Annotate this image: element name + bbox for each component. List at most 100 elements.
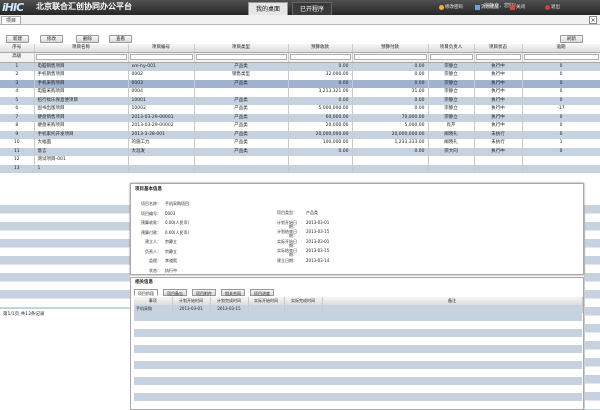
table-cell (352, 156, 429, 165)
filter-input[interactable] (475, 54, 521, 60)
filter-input[interactable] (289, 54, 351, 60)
related-row[interactable]: 手机采购 2013-03-01 2013-03-15 (134, 305, 583, 313)
related-header[interactable]: 计划完成时间 (210, 297, 249, 305)
table-row[interactable]: 4 电脑采购项目 0004 3,213,321.00 31.00 宗静立 执行中 0 (0, 88, 600, 97)
column-header[interactable]: 预算收款 (288, 44, 353, 53)
column-header[interactable]: 项目编号 (128, 44, 195, 53)
close-icon[interactable]: × (589, 16, 597, 24)
filter-input[interactable] (429, 54, 473, 60)
grid-empty-area (0, 205, 130, 309)
detail-label: 项目名称： (141, 201, 161, 206)
detail-label: 计划开始日期： (277, 219, 297, 229)
table-cell: 宗静立 (428, 71, 475, 80)
table-cell: 手机销售项目 (34, 71, 129, 80)
related-info-panel: 相关信息 项目阶段 项目备忘 项目附件 相关合同 项目进度 事项 计划开始时间 计划完成时间… (130, 277, 584, 410)
table-row[interactable]: 12 测试项目-001 (0, 156, 600, 165)
module-tab-project[interactable]: 项目 (1, 16, 22, 25)
table-cell (128, 164, 195, 173)
table-cell (288, 164, 353, 173)
exit-link[interactable]: 退出 (545, 3, 560, 12)
refresh-icon (545, 5, 550, 10)
detail-value: 0.00(人民币) (165, 229, 190, 235)
table-cell: 10001 (128, 96, 195, 105)
table-cell: 0002 (128, 71, 195, 80)
table-cell: 产品类 (194, 122, 289, 131)
table-cell (522, 164, 600, 173)
table-row[interactable]: 10 大幅面 的施工力 产品类 100,000.00 1,233,333.00 阚晓礼 未执行… (0, 139, 600, 148)
table-cell: 2 (0, 71, 35, 80)
table-cell (194, 88, 289, 97)
column-header[interactable]: 序号 (0, 44, 35, 53)
column-header[interactable]: 项目名称 (34, 44, 129, 53)
delete-button[interactable]: 删除 (76, 35, 99, 43)
table-cell: 1 (522, 139, 600, 148)
filter-input[interactable] (35, 54, 127, 60)
related-cell: 手机采购 (134, 305, 173, 313)
table-row[interactable]: 11 意言 大涯发 产品类 0.00 0.00 宗大同 执行中 0 (0, 147, 600, 156)
table-cell: xm-hy-001 (128, 62, 195, 71)
table-cell (474, 164, 523, 173)
related-header[interactable]: 实际完成时间 (284, 297, 323, 305)
related-header[interactable]: 计划开始时间 (172, 297, 211, 305)
table-cell: 0.00 (288, 147, 353, 156)
detail-value: 手机采购项目 (165, 201, 189, 206)
table-row[interactable]: 8 硬盘采购项目 2013-03-29-00002 产品类 20,000.00 5,000… (0, 122, 600, 131)
table-cell (288, 156, 353, 165)
table-cell: 销售类型 (194, 71, 289, 80)
related-tab[interactable]: 相关合同 (221, 289, 245, 296)
related-title: 相关信息 (135, 280, 153, 285)
table-row[interactable]: 13 1 (0, 164, 600, 173)
table-row[interactable]: 1 电脑销售项目 xm-hy-001 产品类 0.00 0.00 宗静立 执行中 0 (0, 62, 600, 71)
table-cell: 13 (0, 164, 35, 173)
table-row[interactable]: 2 手机销售项目 0002 销售类型 32,000.00 0.00 宗静立 执行中 0 (0, 71, 600, 80)
table-cell: 0.00 (352, 105, 429, 114)
table-cell: 0.00 (288, 96, 353, 105)
related-tab[interactable]: 项目备忘 (163, 289, 187, 296)
table-row[interactable]: 3 手机采购项目 0003 产品类 0.00 0.00 宗静立 执行中 0 (0, 79, 600, 88)
refresh-button[interactable]: 刷新 (560, 35, 583, 43)
related-header[interactable]: 实际开始时间 (248, 297, 285, 305)
table-cell: 5,000.00 (352, 122, 429, 131)
detail-value: 宗静立 (165, 239, 177, 244)
change-password-link[interactable]: 修改密码 (439, 3, 463, 12)
table-row[interactable]: 6 固书出版项目 10002 产品类 5,000,000.00 0.00 宗静立 执行中 -17 (0, 105, 600, 114)
table-cell: 0 (522, 96, 600, 105)
tab-my-desktop[interactable]: 我的桌面 (248, 2, 289, 15)
table-cell: 阚晓礼 (428, 139, 475, 148)
table-row[interactable]: 9 手机家托开发项目 2013-3-28-001 产品类 20,000,000.00 20… (0, 130, 600, 139)
table-cell: 宗静立 (428, 88, 475, 97)
column-header[interactable]: 预算付款 (352, 44, 429, 53)
table-cell: 70,000.00 (352, 113, 429, 122)
table-cell: 0 (522, 130, 600, 139)
column-header[interactable]: 项目状态 (474, 44, 523, 53)
table-cell: 31.00 (352, 88, 429, 97)
column-header[interactable]: 项目类型 (194, 44, 289, 53)
detail-label: 预算收款： (141, 220, 161, 225)
related-grid: 事项 计划开始时间 计划完成时间 实际开始时间 实际完成时间 备注 手机采购 2013-03… (134, 297, 583, 313)
close-module-link[interactable]: 关闭 (510, 3, 525, 12)
message-link[interactable]: 消息提醒 (475, 3, 499, 12)
table-row[interactable]: 5 招行搞乐保直便项目 10001 产品类 0.00 0.00 宗静立 执行中 0 (0, 96, 600, 105)
related-header[interactable]: 备注 (322, 297, 583, 305)
related-cell (248, 305, 285, 313)
related-header[interactable]: 事项 (134, 297, 173, 305)
related-tab[interactable]: 项目附件 (192, 289, 216, 296)
pager-status: 第1/1页 共13条记录 (3, 312, 45, 317)
detail-label: 状态： (149, 267, 161, 273)
table-cell: 0.00 (352, 96, 429, 105)
related-tab[interactable]: 项目阶段 (134, 289, 158, 296)
filter-input[interactable] (353, 54, 427, 60)
column-header[interactable]: 逾期 (522, 44, 600, 53)
related-tab[interactable]: 项目进度 (250, 289, 274, 296)
tab-open-programs[interactable]: 已开程序 (292, 2, 333, 15)
detail-label: 建立人： (145, 239, 161, 244)
table-row[interactable]: 7 硬盘销售项目 2013-03-29-00001 产品类 60,000.00 70,00… (0, 113, 600, 122)
filter-input[interactable] (195, 54, 287, 60)
filter-input[interactable] (523, 54, 599, 60)
modify-button[interactable]: 修改 (40, 35, 63, 43)
table-cell: 的施工力 (128, 139, 195, 148)
filter-input[interactable] (129, 54, 193, 60)
new-button[interactable]: 新建 (6, 35, 29, 43)
view-button[interactable]: 查看 (109, 35, 132, 43)
column-header[interactable]: 项目负责人 (428, 44, 475, 53)
